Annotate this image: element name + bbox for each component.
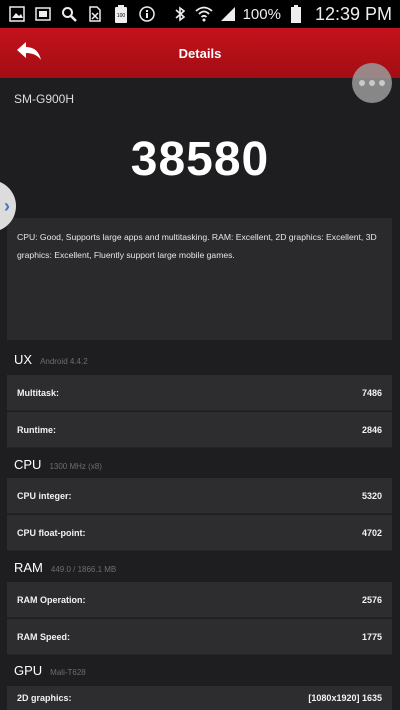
row-label: 2D graphics:	[17, 693, 72, 703]
bluetooth-icon	[171, 5, 189, 23]
row-label: Runtime:	[17, 424, 56, 435]
total-score: 38580	[130, 133, 270, 186]
row-value: 2846	[361, 424, 382, 435]
search-icon	[60, 5, 78, 23]
back-arrow-icon	[17, 42, 41, 60]
sim-off-icon	[86, 5, 104, 23]
info-icon	[138, 5, 156, 23]
section-subtitle: Android 4.4.2	[40, 357, 88, 366]
section-subtitle: 449.0 / 1866.1 MB	[50, 565, 117, 574]
score-row-2d-graphics: 2D graphics: [1080x1920] 1635	[7, 686, 392, 710]
page-title: Details	[178, 45, 222, 61]
section-title: RAM	[14, 560, 43, 575]
score-row-cpu-integer: CPU integer: 5320	[7, 478, 392, 514]
signal-icon	[219, 5, 237, 23]
row-value: 7486	[361, 387, 382, 398]
image-icon	[34, 5, 52, 23]
battery-percent: 100%	[242, 5, 281, 23]
section-header-ux: UX Android 4.4.2	[14, 352, 88, 367]
score-row-cpu-float: CPU float-point: 4702	[7, 515, 392, 551]
row-label: CPU integer:	[17, 490, 72, 501]
section-subtitle: Mali-T628	[50, 668, 86, 677]
score-row-runtime: Runtime: 2846	[7, 412, 392, 448]
row-value: 1775	[361, 631, 382, 642]
battery-icon	[287, 5, 305, 23]
dot-icon	[379, 80, 385, 86]
status-bar: 100 100% 12:39 PM	[0, 0, 400, 28]
row-label: Multitask:	[17, 387, 60, 398]
dot-icon	[369, 80, 375, 86]
score-row-multitask: Multitask: 7486	[7, 375, 392, 411]
dot-icon	[359, 80, 365, 86]
svg-text:100: 100	[117, 13, 126, 19]
row-label: RAM Operation:	[17, 594, 86, 605]
gallery-icon	[8, 5, 26, 23]
row-value: 5320	[361, 490, 382, 501]
row-value: 4702	[361, 527, 382, 538]
section-header-ram: RAM 449.0 / 1866.1 MB	[14, 560, 116, 575]
row-label: RAM Speed:	[17, 631, 71, 642]
row-value: 2576	[361, 594, 382, 605]
section-subtitle: 1300 MHz (x8)	[49, 462, 102, 471]
section-title: GPU	[14, 663, 43, 678]
battery-saver-icon: 100	[112, 5, 130, 23]
chevron-right-icon: ›	[4, 195, 10, 216]
section-title: CPU	[14, 457, 42, 472]
app-header: Details	[0, 28, 400, 78]
clock: 12:39 PM	[314, 3, 392, 24]
section-title: UX	[14, 352, 33, 367]
row-label: CPU float-point:	[17, 527, 86, 538]
score-row-ram-operation: RAM Operation: 2576	[7, 582, 392, 618]
score-row-ram-speed: RAM Speed: 1775	[7, 619, 392, 655]
wifi-icon	[194, 5, 213, 23]
more-options-button[interactable]	[352, 63, 392, 103]
device-model: SM-G900H	[14, 92, 75, 106]
score-description: CPU: Good, Supports large apps and multi…	[7, 218, 392, 340]
section-header-cpu: CPU 1300 MHz (x8)	[14, 457, 102, 472]
section-header-gpu: GPU Mali-T628	[14, 663, 86, 678]
back-button[interactable]	[14, 38, 44, 68]
row-value: [1080x1920] 1635	[308, 693, 382, 703]
